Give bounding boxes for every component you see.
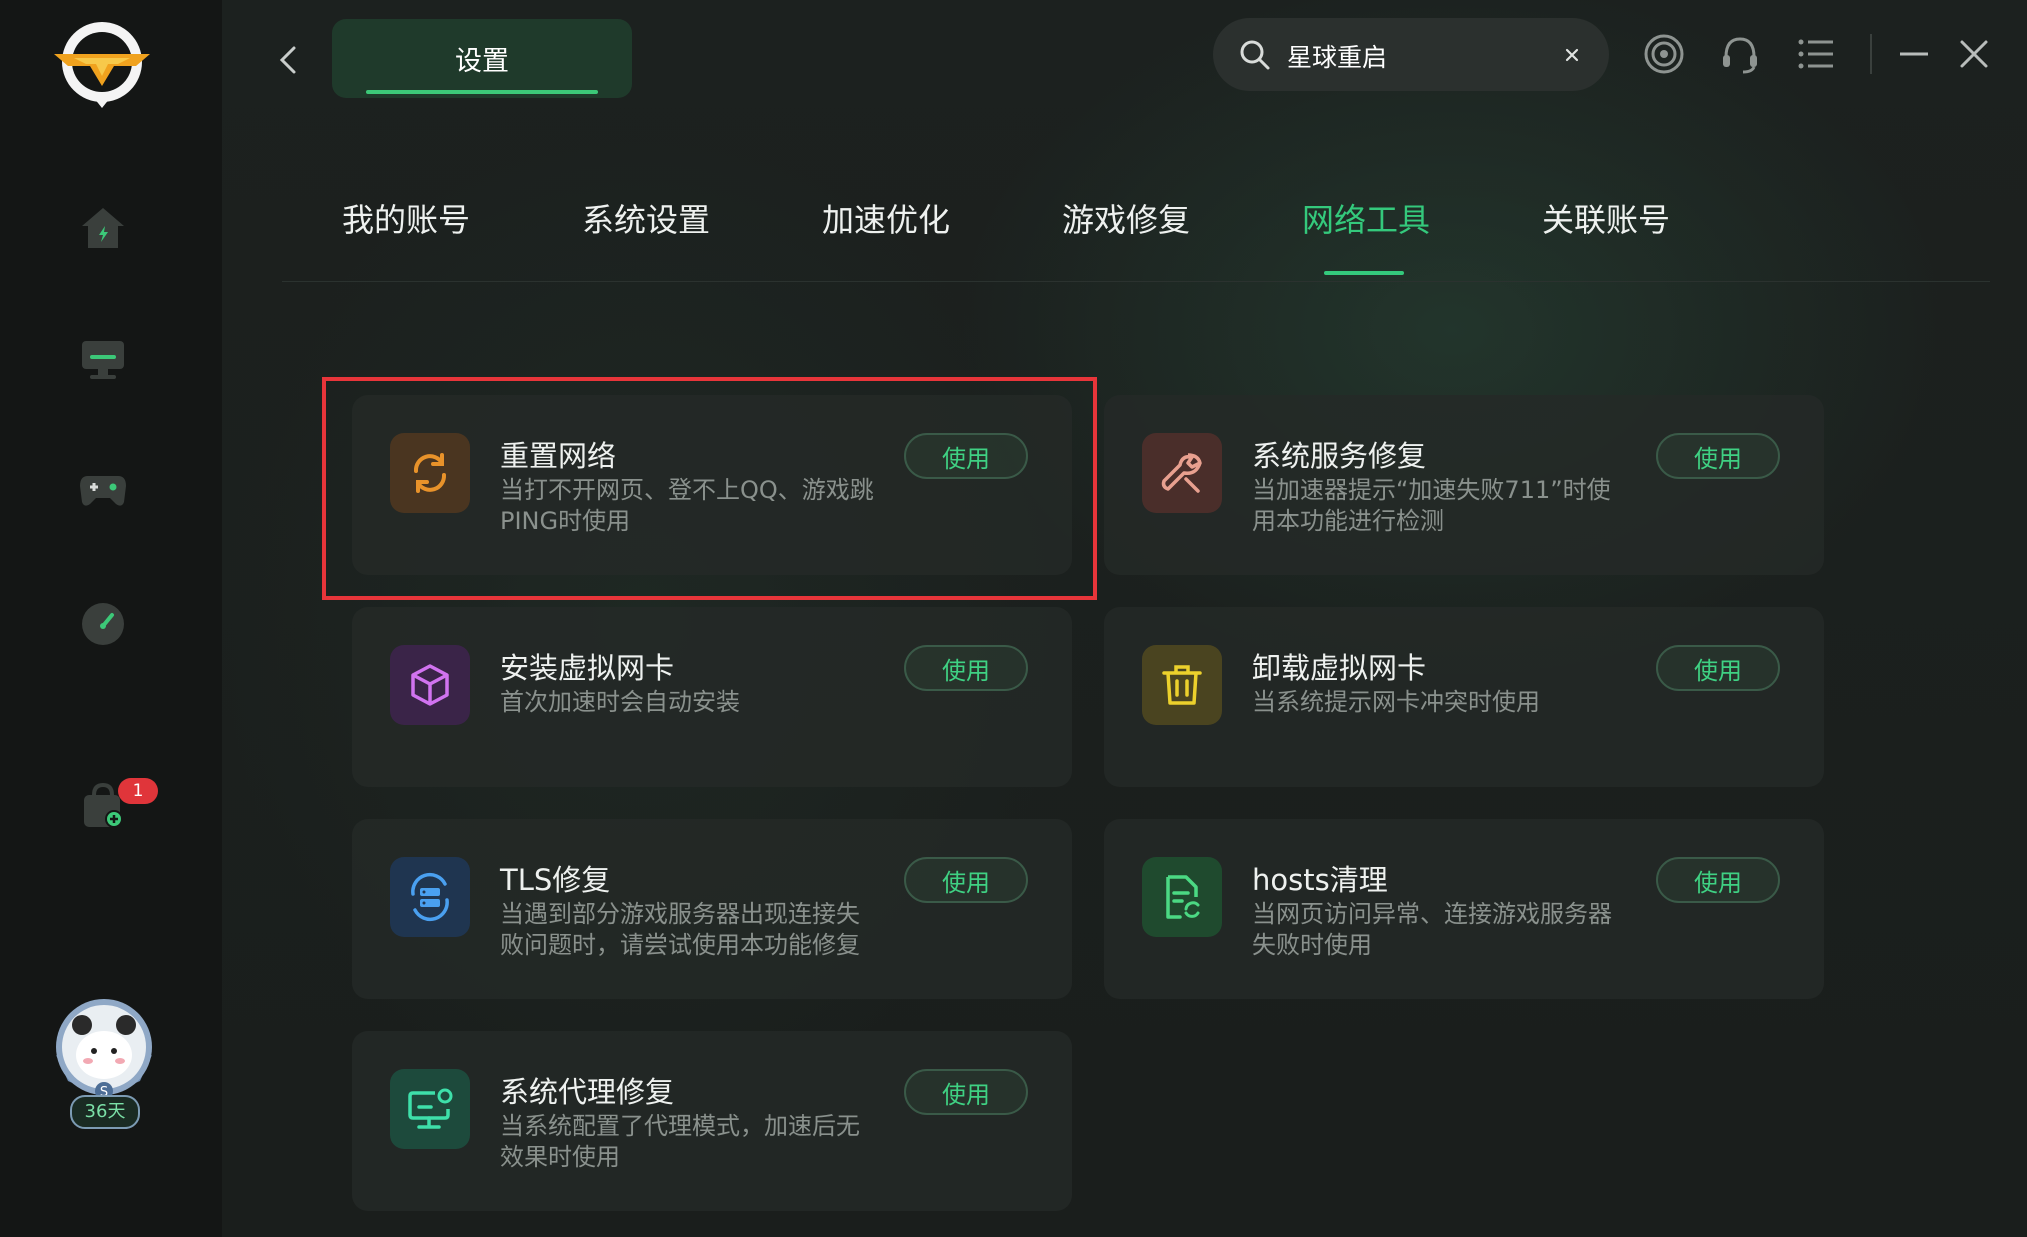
tool-description: 当加速器提示“加速失败711”时使用本功能进行检测 [1252,476,1611,535]
sidebar-item-speed[interactable] [77,598,129,650]
settings-title-tab[interactable]: 设置 [332,19,632,98]
minimize-icon [1900,52,1928,56]
sidebar-item-monitor[interactable] [77,334,129,386]
tool-card-system-proxy-repair: 系统代理修复 当系统配置了代理模式，加速后无效果时使用 使用 [352,1031,1072,1211]
use-button[interactable]: 使用 [1656,857,1780,903]
tab-network-tools[interactable]: 网络工具 [1302,195,1430,281]
wrench-icon [1142,433,1222,513]
close-window-button[interactable] [1952,32,1996,76]
spiral-icon [1644,34,1684,74]
tool-name: 系统服务修复 [1252,439,1427,473]
tab-system-settings[interactable]: 系统设置 [582,195,710,281]
home-icon [82,208,124,248]
search-input[interactable] [1285,36,1549,76]
use-button[interactable]: 使用 [1656,645,1780,691]
tool-name: TLS修复 [500,863,611,897]
tool-card-tls-repair: TLS修复 当遇到部分游戏服务器出现连接失败问题时，请尝试使用本功能修复 使用 [352,819,1072,999]
use-button[interactable]: 使用 [904,645,1028,691]
menu-button[interactable] [1794,32,1838,76]
tool-name: 安装虚拟网卡 [500,651,675,685]
avatar-image: S [56,999,152,1100]
sidebar-item-games[interactable] [77,464,129,516]
tool-name: 重置网络 [500,439,617,473]
tool-card-install-virtual-nic: 安装虚拟网卡 首次加速时会自动安装 使用 [352,607,1072,787]
tool-name: 卸载虚拟网卡 [1252,651,1427,685]
chevron-left-icon [279,46,296,74]
tool-name: 系统代理修复 [500,1075,675,1109]
close-icon [1960,40,1988,68]
back-button[interactable] [276,42,300,78]
minimize-button[interactable] [1892,32,1936,76]
tool-description: 当网页访问异常、连接游戏服务器失败时使用 [1252,900,1612,959]
tab-label: 加速优化 [822,201,951,239]
settings-title-label: 设置 [455,46,509,77]
app-logo [44,14,160,110]
tab-game-repair[interactable]: 游戏修复 [1062,195,1190,281]
tool-description: 当系统提示网卡冲突时使用 [1252,688,1540,716]
sidebar-item-home[interactable] [77,202,129,254]
tab-my-account[interactable]: 我的账号 [342,195,470,281]
tool-description: 首次加速时会自动安装 [500,688,740,716]
monitor-settings-icon [390,1069,470,1149]
tab-acceleration[interactable]: 加速优化 [822,195,950,281]
tool-card-system-service-repair: 系统服务修复 当加速器提示“加速失败711”时使用本功能进行检测 使用 [1104,395,1824,575]
search-icon [1240,40,1270,70]
tool-name: hosts清理 [1252,863,1388,897]
tab-label: 我的账号 [342,201,471,239]
use-button[interactable]: 使用 [1656,433,1780,479]
tab-label: 系统设置 [582,201,711,239]
search-clear-button[interactable] [1557,40,1587,70]
close-icon [1565,48,1579,62]
tool-card-hosts-cleanup: hosts清理 当网页访问异常、连接游戏服务器失败时使用 使用 [1104,819,1824,999]
community-button[interactable] [1642,32,1686,76]
tool-card-reset-network: 重置网络 当打不开网页、登不上QQ、游戏跳PING时使用 使用 [352,395,1072,575]
membership-days: 36天 [70,1095,140,1129]
monitor-icon [82,341,124,379]
headset-icon [1723,37,1757,74]
use-button[interactable]: 使用 [904,433,1028,479]
customer-service-button[interactable] [1718,32,1762,76]
file-refresh-icon [1142,857,1222,937]
tool-description: 当系统配置了代理模式，加速后无效果时使用 [500,1112,860,1171]
use-button[interactable]: 使用 [904,857,1028,903]
sidebar: 1 S 36天 [0,0,222,1237]
toolbar-divider [1870,34,1872,74]
server-refresh-icon [390,857,470,937]
cube-icon [390,645,470,725]
gamepad-icon [80,476,126,506]
trash-icon [1142,645,1222,725]
settings-tabs: 我的账号 系统设置 加速优化 游戏修复 网络工具 关联账号 [282,195,1990,282]
tab-label: 游戏修复 [1062,201,1191,239]
notification-badge: 1 [118,778,158,804]
list-menu-icon [1798,39,1833,69]
tool-description: 当遇到部分游戏服务器出现连接失败问题时，请尝试使用本功能修复 [500,900,860,959]
search-bar [1213,18,1609,91]
use-button[interactable]: 使用 [904,1069,1028,1115]
active-tab-indicator [1324,271,1404,275]
tab-label: 关联账号 [1542,201,1671,239]
tab-label: 网络工具 [1302,201,1431,239]
tool-card-uninstall-virtual-nic: 卸载虚拟网卡 当系统提示网卡冲突时使用 使用 [1104,607,1824,787]
avatar[interactable]: S 36天 [50,995,158,1131]
refresh-icon [390,433,470,513]
title-underline [366,90,598,94]
tab-linked-accounts[interactable]: 关联账号 [1542,195,1670,281]
tool-description: 当打不开网页、登不上QQ、游戏跳PING时使用 [500,476,874,535]
speedometer-icon [82,603,124,645]
